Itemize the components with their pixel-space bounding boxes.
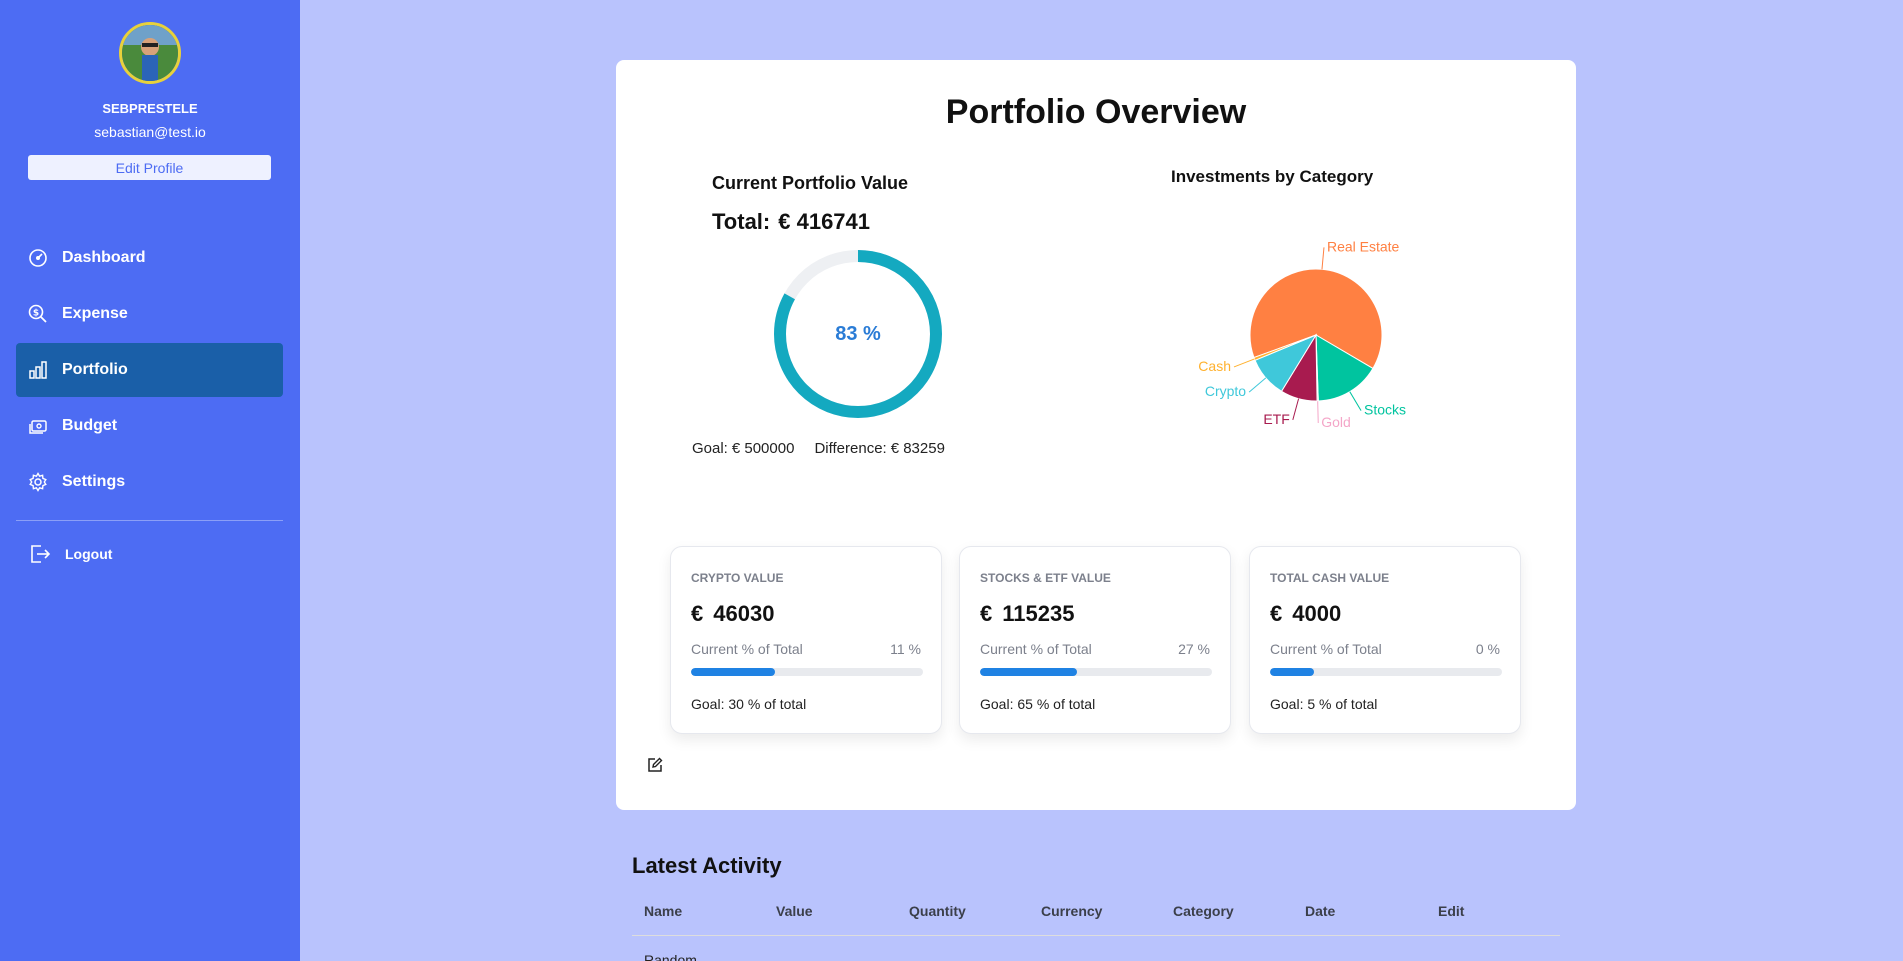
- logout-button[interactable]: Logout: [28, 542, 112, 566]
- logout-icon: [28, 542, 52, 566]
- sidebar-item-label: Budget: [62, 417, 118, 434]
- current-portfolio-value-title: Current Portfolio Value: [712, 173, 909, 193]
- stat-progress-fill: [980, 668, 1078, 676]
- stat-percent: 11 %: [890, 641, 921, 657]
- pie-label-line: [1292, 398, 1300, 421]
- logout-label: Logout: [65, 546, 113, 562]
- column-header-currency[interactable]: Currency: [1041, 903, 1102, 919]
- goal-value: € 500000: [731, 440, 795, 457]
- stat-label: CRYPTO VALUE: [691, 571, 784, 585]
- avatar[interactable]: [119, 22, 181, 84]
- pie-label: Cash: [1198, 358, 1231, 374]
- sidebar-item-label: Settings: [62, 473, 126, 490]
- sidebar: SEBPRESTELE sebastian@test.io Edit Profi…: [0, 0, 300, 961]
- pie-label: Real Estate: [1327, 238, 1400, 254]
- budget-icon: [27, 415, 49, 437]
- sidebar-item-dashboard[interactable]: Dashboard: [16, 231, 283, 285]
- gear-icon: [27, 471, 49, 493]
- stat-percent: 27 %: [1178, 641, 1210, 657]
- pie-label: Stocks: [1364, 402, 1406, 418]
- column-header-name[interactable]: Name: [644, 903, 682, 919]
- stat-progress-fill: [691, 668, 775, 676]
- table-row[interactable]: Random: [644, 952, 697, 961]
- latest-activity-title: Latest Activity: [632, 853, 782, 878]
- user-email: sebastian@test.io: [94, 124, 206, 140]
- edit-profile-button[interactable]: Edit Profile: [28, 155, 271, 180]
- stat-percent-label: Current % of Total: [980, 641, 1092, 657]
- investments-pie-chart: Real Estate Stocks Gold ETF Crypto Cash: [1198, 238, 1406, 430]
- pie-label: Gold: [1321, 414, 1351, 430]
- total-label: Total:: [712, 209, 771, 234]
- sidebar-item-label: Portfolio: [62, 361, 128, 378]
- stat-progress-bar: [1270, 668, 1502, 676]
- portfolio-icon: [27, 359, 49, 381]
- column-header-category[interactable]: Category: [1173, 903, 1234, 919]
- stat-goal: Goal: 5 % of total: [1270, 696, 1378, 712]
- sidebar-item-expense[interactable]: $ Expense: [16, 287, 283, 341]
- stat-currency: €: [691, 601, 704, 626]
- edit-icon[interactable]: [647, 757, 663, 773]
- avatar-image: [122, 25, 178, 81]
- stat-currency: €: [1270, 601, 1283, 626]
- pie-label: Crypto: [1205, 383, 1246, 399]
- stat-label: TOTAL CASH VALUE: [1270, 571, 1390, 585]
- column-header-date[interactable]: Date: [1305, 903, 1335, 919]
- pie-label-line: [1248, 377, 1267, 393]
- investments-by-category-title: Investments by Category: [1171, 167, 1374, 186]
- stat-progress-fill: [1270, 668, 1315, 676]
- stat-amount: 4000: [1292, 601, 1342, 626]
- sidebar-item-portfolio[interactable]: Portfolio: [16, 343, 283, 397]
- stat-value: €4000: [1270, 601, 1351, 627]
- stat-currency: €: [980, 601, 993, 626]
- progress-percentage: 83 %: [835, 322, 881, 345]
- sidebar-item-settings[interactable]: Settings: [16, 455, 283, 509]
- sidebar-item-label: Expense: [62, 305, 128, 322]
- sidebar-item-label: Dashboard: [62, 249, 146, 266]
- total-value: € 416741: [778, 209, 871, 234]
- stat-goal: Goal: 30 % of total: [691, 696, 807, 712]
- sidebar-item-budget[interactable]: Budget: [16, 399, 283, 453]
- stat-progress-bar: [980, 668, 1212, 676]
- goal-summary: Goal: € 500000 Difference: € 83259: [692, 440, 949, 457]
- column-header-quantity[interactable]: Quantity: [909, 903, 966, 919]
- stocks-etf-value-card: STOCKS & ETF VALUE €115235 Current % of …: [959, 546, 1231, 734]
- column-header-edit[interactable]: Edit: [1438, 903, 1464, 919]
- dashboard-icon: [27, 247, 49, 269]
- column-header-value[interactable]: Value: [776, 903, 813, 919]
- username: SEBPRESTELE: [102, 101, 198, 116]
- page-title: Portfolio Overview: [945, 93, 1247, 131]
- stat-percent: 0 %: [1475, 641, 1500, 657]
- stat-amount: 115235: [1002, 601, 1075, 626]
- stat-amount: 46030: [713, 601, 775, 626]
- nav-divider: [16, 520, 283, 521]
- activity-table-header: Name Value Quantity Currency Category Da…: [632, 903, 1560, 936]
- goal-label: Goal:: [692, 440, 728, 457]
- difference-value: € 83259: [890, 440, 945, 457]
- crypto-value-card: CRYPTO VALUE €46030 Current % of Total 1…: [670, 546, 942, 734]
- stat-progress-bar: [691, 668, 923, 676]
- expense-icon: $: [27, 303, 49, 325]
- stat-goal: Goal: 65 % of total: [980, 696, 1096, 712]
- pie-label: ETF: [1263, 411, 1289, 427]
- stat-percent-label: Current % of Total: [691, 641, 803, 657]
- portfolio-total: Total: € 416741: [712, 209, 878, 235]
- stat-value: €46030: [691, 601, 784, 627]
- pie-label-line: [1321, 247, 1325, 270]
- pie-label-line: [1233, 358, 1255, 368]
- stat-percent-label: Current % of Total: [1270, 641, 1382, 657]
- stat-value: €115235: [980, 601, 1084, 627]
- pie-label-line: [1349, 391, 1362, 411]
- stat-label: STOCKS & ETF VALUE: [980, 571, 1111, 585]
- svg-text:$: $: [33, 309, 39, 319]
- difference-label: Difference:: [814, 440, 887, 457]
- portfolio-overview-card: Portfolio Overview Current Portfolio Val…: [616, 60, 1576, 810]
- pie-label-line: [1317, 400, 1319, 423]
- total-cash-value-card: TOTAL CASH VALUE €4000 Current % of Tota…: [1249, 546, 1521, 734]
